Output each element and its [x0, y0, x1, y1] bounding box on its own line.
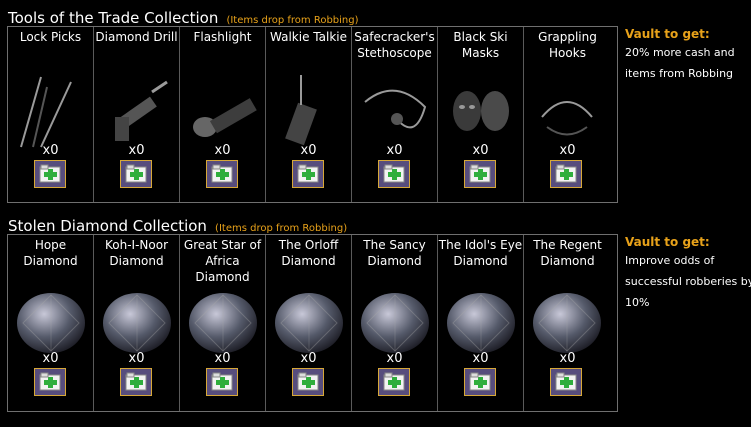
item-quantity: x0 — [300, 143, 317, 158]
item-quantity: x0 — [386, 351, 403, 366]
flashlight-icon — [183, 47, 262, 157]
collection-item: Hope Diamond x0 — [8, 235, 94, 411]
great-star-diamond-icon — [183, 255, 262, 365]
send-gift-button[interactable] — [120, 368, 152, 396]
item-quantity: x0 — [472, 351, 489, 366]
send-gift-button[interactable] — [206, 368, 238, 396]
item-name: Diamond Drill — [95, 30, 178, 44]
idols-eye-diamond-icon — [441, 255, 520, 365]
send-gift-button[interactable] — [120, 160, 152, 188]
regent-diamond-icon — [527, 255, 608, 365]
vault-reward: Vault to get: 20% more cash and items fr… — [625, 26, 751, 84]
item-quantity: x0 — [42, 351, 59, 366]
grappling-hook-icon — [527, 47, 608, 157]
send-gift-button[interactable] — [550, 160, 582, 188]
diamond-drill-icon — [97, 47, 176, 157]
hope-diamond-icon — [11, 255, 90, 365]
item-quantity: x0 — [128, 351, 145, 366]
koh-i-noor-diamond-icon — [97, 255, 176, 365]
item-quantity: x0 — [214, 143, 231, 158]
item-name: Lock Picks — [19, 30, 82, 44]
lock-picks-icon — [11, 47, 90, 157]
collection-item: The Idol's Eye Diamond x0 — [438, 235, 524, 411]
vault-reward: Vault to get: Improve odds of successful… — [625, 234, 751, 313]
send-gift-button[interactable] — [464, 368, 496, 396]
collection-item: Safecracker's Stethoscope x0 — [352, 27, 438, 202]
item-quantity: x0 — [559, 351, 576, 366]
collection-item: The Orloff Diamond x0 — [266, 235, 352, 411]
collection-subtitle: (Items drop from Robbing) — [226, 15, 359, 26]
collection-header: Stolen Diamond Collection (Items drop fr… — [8, 216, 347, 235]
item-grid: Hope Diamond x0 Koh-I-Noor Diamond x0 Gr… — [7, 234, 618, 412]
collection-item: The Sancy Diamond x0 — [352, 235, 438, 411]
collection-item: Walkie Talkie x0 — [266, 27, 352, 202]
collection-item: Great Star of Africa Diamond x0 — [180, 235, 266, 411]
collection-item: Flashlight x0 — [180, 27, 266, 202]
vault-description: 20% more cash and items from Robbing — [625, 46, 735, 80]
collection-title: Tools of the Trade Collection — [8, 9, 219, 27]
collection-item: Koh-I-Noor Diamond x0 — [94, 235, 180, 411]
send-gift-button[interactable] — [292, 368, 324, 396]
collection-subtitle: (Items drop from Robbing) — [215, 223, 348, 234]
send-gift-button[interactable] — [206, 160, 238, 188]
send-gift-button[interactable] — [378, 368, 410, 396]
collection-item: Diamond Drill x0 — [94, 27, 180, 202]
vault-title: Vault to get: — [625, 235, 710, 249]
send-gift-button[interactable] — [464, 160, 496, 188]
item-quantity: x0 — [386, 143, 403, 158]
item-name: Flashlight — [193, 30, 252, 44]
item-quantity: x0 — [214, 351, 231, 366]
vault-title: Vault to get: — [625, 27, 710, 41]
ski-mask-icon — [441, 47, 520, 157]
send-gift-button[interactable] — [34, 368, 66, 396]
item-quantity: x0 — [128, 143, 145, 158]
sancy-diamond-icon — [355, 255, 434, 365]
send-gift-button[interactable] — [550, 368, 582, 396]
orloff-diamond-icon — [269, 255, 348, 365]
item-quantity: x0 — [300, 351, 317, 366]
send-gift-button[interactable] — [34, 160, 66, 188]
walkie-talkie-icon — [269, 47, 348, 157]
collection-item: Black Ski Masks x0 — [438, 27, 524, 202]
collection-item: The Regent Diamond x0 — [524, 235, 611, 411]
collection-title: Stolen Diamond Collection — [8, 217, 207, 235]
collection-item: Lock Picks x0 — [8, 27, 94, 202]
item-quantity: x0 — [42, 143, 59, 158]
collection-item: Grappling Hooks x0 — [524, 27, 611, 202]
stethoscope-icon — [355, 47, 434, 157]
collection-header: Tools of the Trade Collection (Items dro… — [8, 8, 359, 27]
vault-description: Improve odds of successful robberies by … — [625, 254, 751, 309]
send-gift-button[interactable] — [292, 160, 324, 188]
item-quantity: x0 — [472, 143, 489, 158]
item-name: Walkie Talkie — [270, 30, 347, 44]
item-quantity: x0 — [559, 143, 576, 158]
item-grid: Lock Picks x0 Diamond Drill x0 Flashligh… — [7, 26, 618, 203]
send-gift-button[interactable] — [378, 160, 410, 188]
